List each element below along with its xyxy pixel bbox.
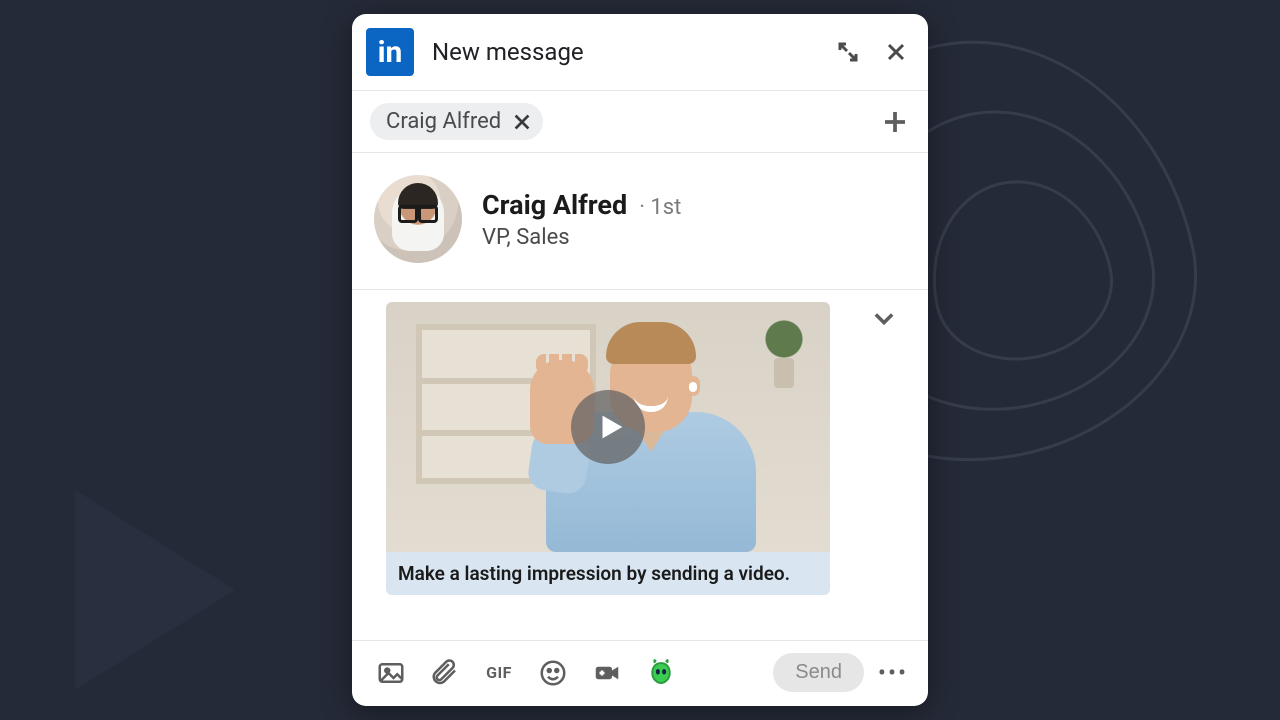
chevron-down-icon[interactable] xyxy=(870,304,898,332)
modal-title: New message xyxy=(432,38,812,66)
video-attachment-card[interactable]: Make a lasting impression by sending a v… xyxy=(386,302,830,595)
message-body[interactable]: Make a lasting impression by sending a v… xyxy=(352,290,928,640)
close-icon[interactable] xyxy=(884,40,908,64)
contact-card[interactable]: Craig Alfred · 1st VP, Sales xyxy=(352,153,928,290)
recipient-chip[interactable]: Craig Alfred xyxy=(370,103,543,140)
more-options-icon[interactable]: ••• xyxy=(878,658,908,688)
recipient-row: Craig Alfred xyxy=(352,91,928,153)
contact-name: Craig Alfred xyxy=(482,189,627,221)
linkedin-logo: in xyxy=(366,28,414,76)
contact-title: VP, Sales xyxy=(482,225,681,250)
video-thumbnail xyxy=(386,302,830,552)
modal-header: in New message xyxy=(352,14,928,91)
send-button[interactable]: Send xyxy=(773,653,864,692)
image-icon[interactable] xyxy=(376,658,406,688)
recipient-chip-name: Craig Alfred xyxy=(386,109,501,134)
video-icon[interactable] xyxy=(592,658,622,688)
compose-toolbar: GIF Sen xyxy=(352,640,928,706)
attachment-icon[interactable] xyxy=(430,658,460,688)
connection-degree: · 1st xyxy=(639,195,681,220)
add-recipient-icon[interactable] xyxy=(880,107,910,137)
new-message-modal: in New message Craig Alfred xyxy=(352,14,928,706)
contact-avatar xyxy=(374,175,462,263)
background-shape-left xyxy=(75,490,235,690)
video-caption: Make a lasting impression by sending a v… xyxy=(386,552,830,595)
expand-icon[interactable] xyxy=(836,40,860,64)
remove-recipient-icon[interactable] xyxy=(511,111,533,133)
vidyard-icon[interactable] xyxy=(646,658,676,688)
gif-icon[interactable]: GIF xyxy=(484,658,514,688)
play-icon[interactable] xyxy=(571,390,645,464)
emoji-icon[interactable] xyxy=(538,658,568,688)
contact-info: Craig Alfred · 1st VP, Sales xyxy=(482,189,681,250)
